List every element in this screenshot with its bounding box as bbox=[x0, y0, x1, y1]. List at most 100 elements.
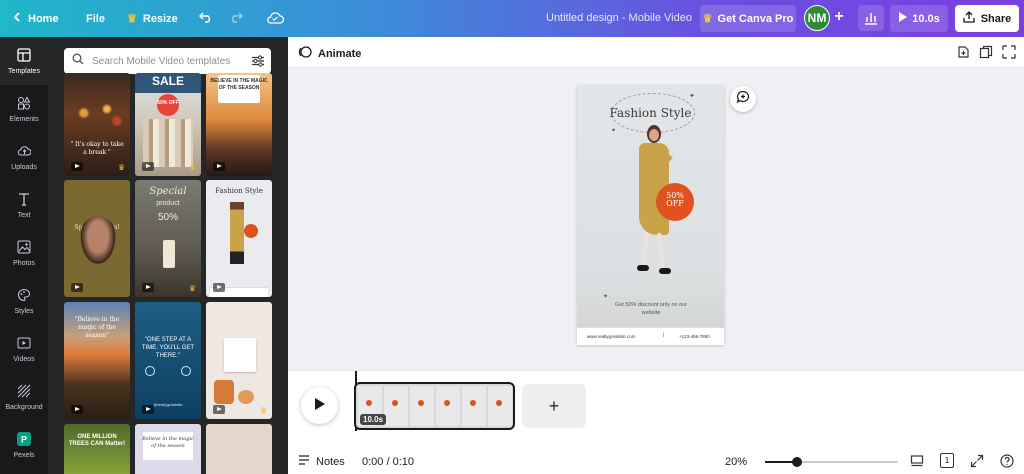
zoom-slider[interactable] bbox=[765, 457, 898, 467]
template-text: " It's okay to take a break " bbox=[70, 141, 124, 156]
page-view-icon[interactable] bbox=[910, 454, 924, 471]
uploads-icon bbox=[17, 144, 32, 160]
insights-button[interactable] bbox=[858, 5, 884, 31]
crown-icon: ♛ bbox=[127, 13, 137, 25]
template-tile[interactable]: Believe in the magic of the season bbox=[135, 424, 201, 474]
share-label: Share bbox=[980, 12, 1012, 25]
plus-icon: + bbox=[548, 395, 560, 416]
sparkle-icon: ✦ bbox=[611, 128, 617, 134]
pexels-icon: P bbox=[17, 431, 31, 448]
undo-icon bbox=[199, 11, 213, 26]
template-tile[interactable]: "ONE STEP AT A TIME. YOU'LL GET THERE." … bbox=[135, 302, 201, 419]
resize-button[interactable]: ♛ Resize bbox=[127, 0, 178, 37]
design-caption: Get 50% discount only on our website bbox=[614, 302, 688, 317]
duplicate-page-icon[interactable] bbox=[979, 45, 993, 64]
text-icon bbox=[17, 192, 31, 208]
get-pro-label: Get Canva Pro bbox=[717, 12, 794, 25]
redo-button[interactable] bbox=[229, 0, 243, 37]
rail-item-background[interactable]: Background bbox=[0, 373, 48, 421]
expand-icon[interactable] bbox=[1002, 45, 1016, 64]
template-text: ONE MILLION TREES CAN Matter! bbox=[68, 434, 126, 448]
share-button[interactable]: Share bbox=[955, 5, 1019, 32]
plus-icon: + bbox=[834, 8, 844, 25]
template-tile[interactable]: Special Offers! bbox=[64, 180, 130, 297]
rail-label: Uploads bbox=[11, 163, 37, 171]
divider: | bbox=[663, 332, 665, 337]
template-tile[interactable]: Special product 50% ♛ bbox=[135, 180, 201, 297]
rail-label: Pexels bbox=[13, 451, 35, 459]
templates-icon bbox=[17, 47, 31, 64]
discount-badge: 50% OFF bbox=[656, 183, 694, 221]
template-tile[interactable] bbox=[206, 424, 272, 474]
template-tile[interactable]: ONE MILLION TREES CAN Matter! bbox=[64, 424, 130, 474]
fullscreen-icon[interactable] bbox=[970, 454, 984, 471]
template-text: Fashion Style bbox=[215, 187, 263, 195]
rail-item-text[interactable]: Text bbox=[0, 181, 48, 229]
add-page-button[interactable]: + bbox=[522, 384, 586, 428]
home-button[interactable]: Home bbox=[12, 0, 59, 37]
rail-item-templates[interactable]: Templates bbox=[0, 37, 48, 85]
rail-item-pexels[interactable]: P Pexels bbox=[0, 421, 48, 469]
share-upload-icon bbox=[963, 11, 975, 26]
template-text: product bbox=[156, 200, 180, 207]
template-text: "ONE STEP AT A TIME. YOU'LL GET THERE." bbox=[141, 337, 195, 360]
elements-icon bbox=[17, 95, 31, 112]
sparkle-icon: ✦ bbox=[689, 93, 695, 100]
styles-icon bbox=[17, 288, 31, 304]
play-button[interactable] bbox=[301, 387, 338, 424]
play-icon bbox=[898, 12, 908, 25]
timeline-page-strip[interactable]: 10.0s bbox=[354, 382, 515, 430]
design-page[interactable]: Fashion Style ✦ ✦ ✦ 50% OFF Get 50% disc… bbox=[577, 85, 724, 345]
avatar[interactable]: NM bbox=[804, 5, 830, 31]
crown-icon: ♛ bbox=[702, 13, 713, 25]
template-tile[interactable]: " It's okay to take a break " ♛ bbox=[64, 73, 130, 176]
design-phone: +123-456-7890 bbox=[679, 334, 710, 339]
zoom-level[interactable]: 20% bbox=[725, 456, 747, 468]
search-input[interactable] bbox=[92, 55, 242, 67]
template-tile[interactable]: BELIEVE IN THE MAGIC OF THE SEASON bbox=[206, 73, 272, 176]
cloud-icon bbox=[266, 11, 285, 27]
sparkle-icon: ✦ bbox=[603, 294, 609, 300]
search-box[interactable] bbox=[64, 48, 271, 74]
editor-toolbar: Animate bbox=[288, 37, 1024, 68]
file-menu[interactable]: File bbox=[86, 0, 105, 37]
comment-plus-icon bbox=[736, 90, 750, 109]
search-icon bbox=[72, 52, 84, 70]
top-bar: Home File ♛ Resize Untitled design - Mob… bbox=[0, 0, 1024, 37]
rail-item-uploads[interactable]: Uploads bbox=[0, 133, 48, 181]
undo-button[interactable] bbox=[199, 0, 213, 37]
rail-item-elements[interactable]: Elements bbox=[0, 85, 48, 133]
page-count-button[interactable]: 1 bbox=[940, 453, 954, 468]
file-label: File bbox=[86, 12, 105, 25]
template-tile[interactable]: Fashion Style bbox=[206, 180, 272, 297]
template-text: "Believe in the magic of the season" bbox=[74, 316, 120, 339]
videos-icon bbox=[17, 336, 31, 352]
bar-chart-icon bbox=[858, 13, 884, 34]
templates-panel: " It's okay to take a break " ♛ SALE 50%… bbox=[48, 37, 288, 474]
rail-item-photos[interactable]: Photos bbox=[0, 229, 48, 277]
template-tile[interactable]: SALE 50% OFF ♛ bbox=[135, 73, 201, 176]
cloud-save-button[interactable] bbox=[266, 0, 285, 37]
add-page-icon[interactable] bbox=[956, 45, 970, 64]
zoom-slider-knob[interactable] bbox=[792, 457, 802, 467]
filter-sliders-icon[interactable] bbox=[251, 54, 265, 73]
present-play-button[interactable]: 10.0s bbox=[890, 5, 948, 32]
template-tile[interactable]: "Believe in the magic of the season" bbox=[64, 302, 130, 419]
rail-item-styles[interactable]: Styles bbox=[0, 277, 48, 325]
rail-label: Templates bbox=[8, 67, 40, 75]
rail-item-videos[interactable]: Videos bbox=[0, 325, 48, 373]
template-tile[interactable]: ♛ bbox=[206, 302, 272, 419]
design-website: www.reallygreatsite.com bbox=[587, 334, 636, 339]
playback-time: 0:00 / 0:10 bbox=[362, 456, 414, 468]
document-title[interactable]: Untitled design - Mobile Video bbox=[546, 12, 692, 24]
svg-text:P: P bbox=[21, 434, 27, 444]
animate-button[interactable]: Animate bbox=[298, 45, 361, 62]
get-canva-pro-button[interactable]: ♛ Get Canva Pro bbox=[700, 5, 796, 32]
add-comment-button[interactable] bbox=[730, 86, 756, 112]
add-collaborator-button[interactable]: + bbox=[830, 8, 848, 28]
side-rail: Templates Elements Uploads Text Photos S… bbox=[0, 37, 48, 474]
rail-label: Photos bbox=[13, 259, 35, 267]
help-icon[interactable] bbox=[1000, 454, 1014, 471]
notes-button[interactable]: Notes bbox=[298, 455, 345, 468]
notes-icon bbox=[298, 455, 310, 468]
